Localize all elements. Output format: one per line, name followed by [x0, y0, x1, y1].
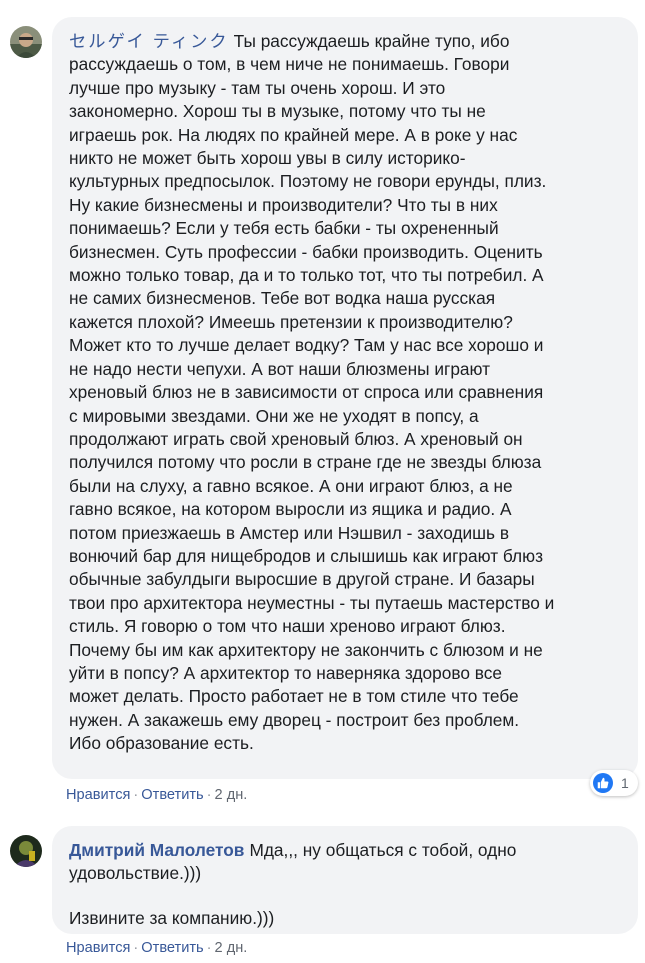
comment-text-line: культурных предпосылок. Поэтому не говор… [69, 171, 547, 192]
comment-bubble: セルゲイ ティンク Ты рассуждаешь крайне тупо, ибо… [52, 17, 638, 779]
comment-text-line: лучше про музыку - там ты очень хорош. И… [69, 77, 446, 98]
comment-text-line: Извините за компанию.))) [69, 907, 275, 928]
author-name-link[interactable]: Дмитрий Малолетов [69, 840, 244, 860]
separator-dot: · [206, 940, 212, 956]
comment-text-line: нужен. А закажешь ему дворец - построит … [69, 709, 520, 730]
comment-text-line: обычные забулдыги выросшие в другой стра… [69, 569, 535, 590]
reaction-summary[interactable]: 1 [590, 770, 638, 796]
comment-text-line: Ну какие бизнесмены и производители? Что… [69, 194, 498, 215]
comment-text-line: Ибо образование есть. [69, 733, 254, 754]
comment-first-line: Дмитрий Малолетов Мда,,, ну общаться с то… [69, 839, 624, 862]
comment-text-line: Может кто то лучше делает водку? Там у н… [69, 335, 544, 356]
comment-text-line: твои про архитектора неуместны - ты пута… [69, 592, 555, 613]
like-reaction-icon [593, 773, 613, 793]
reaction-count: 1 [621, 775, 629, 791]
like-link[interactable]: Нравится [66, 787, 130, 803]
comment-text-line: удовольствие.))) [69, 863, 202, 884]
separator-dot: · [206, 787, 212, 803]
comment-text-line: стиль. Я говорю о том что наши хреново и… [69, 616, 506, 637]
like-link[interactable]: Нравится [66, 940, 130, 956]
avatar-dmitry[interactable] [10, 835, 42, 867]
comment-text-line: может делать. Просто работает не в том с… [69, 686, 519, 707]
reply-link[interactable]: Ответить [141, 940, 203, 956]
comment-text-line: не надо нести чепухи. А вот наши блюзмен… [69, 358, 491, 379]
comment-text-line: рассуждаешь о том, в чем ниче не понимае… [69, 54, 510, 75]
timestamp-link[interactable]: 2 дн. [215, 940, 248, 956]
comment-text-line: получился потому что росли в стране где … [69, 452, 542, 473]
comment-text-line: можно только товар, да и то только тот, … [69, 265, 544, 286]
comment-actions: Нравится · Ответить · 2 дн. [66, 940, 247, 956]
reply-link[interactable]: Ответить [141, 787, 203, 803]
comment-text-line: играешь рок. На людях по крайней мере. А… [69, 124, 518, 145]
comment-text-line: вонючий бар для нищебродов и слышишь как… [69, 545, 544, 566]
comment-text-line: с мировыми звездами. Они же не уходят в … [69, 405, 479, 426]
comment-text-line: уйти в попсу? А архитектор то наверняка … [69, 662, 502, 683]
comment-text-line: никто не может быть хорош увы в силу ист… [69, 148, 466, 169]
comment-text-line: Почему бы им как архитектору не закончит… [69, 639, 543, 660]
comment-text-line: понимаешь? Если у тебя есть бабки - ты о… [69, 218, 499, 239]
avatar-sergei[interactable] [10, 26, 42, 58]
comment-text-line: потом приезжаешь в Амстер или Нэшвил - з… [69, 522, 510, 543]
comment-text-line: были на слуху, а гавно всякое. А они игр… [69, 475, 513, 496]
comment-text-line: продолжают играть свой хреновый блюз. А … [69, 428, 523, 449]
separator-dot: · [133, 787, 139, 803]
comment-text-line: бизнесмен. Суть профессии - бабки произв… [69, 241, 543, 262]
comment-bubble: Дмитрий Малолетов Мда,,, ну общаться с то… [52, 826, 638, 934]
comment-text-line: Ты рассуждаешь крайне тупо, ибо [233, 31, 510, 51]
timestamp-link[interactable]: 2 дн. [215, 787, 248, 803]
comment-first-line: セルゲイ ティンク Ты рассуждаешь крайне тупо, ибо [69, 30, 624, 53]
separator-dot: · [133, 940, 139, 956]
comment-text-line: закономерно. Хорош ты в музыке, потому ч… [69, 101, 486, 122]
comment-text-line: кажется плохой? Имеешь претензии к произ… [69, 311, 513, 332]
comment-text-line: гавно всякое, на котором выросли из ящик… [69, 499, 512, 520]
author-name-link[interactable]: セルゲイ ティンク [69, 31, 229, 51]
comment-text-line: Мда,,, ну общаться с тобой, одно [249, 840, 517, 860]
comment-actions: Нравится · Ответить · 2 дн. [66, 787, 247, 803]
comment-text-line: не самих бизнесменов. Тебе вот водка наш… [69, 288, 496, 309]
comment-text-line: хреновый блюз не в зависимости от спроса… [69, 382, 544, 403]
